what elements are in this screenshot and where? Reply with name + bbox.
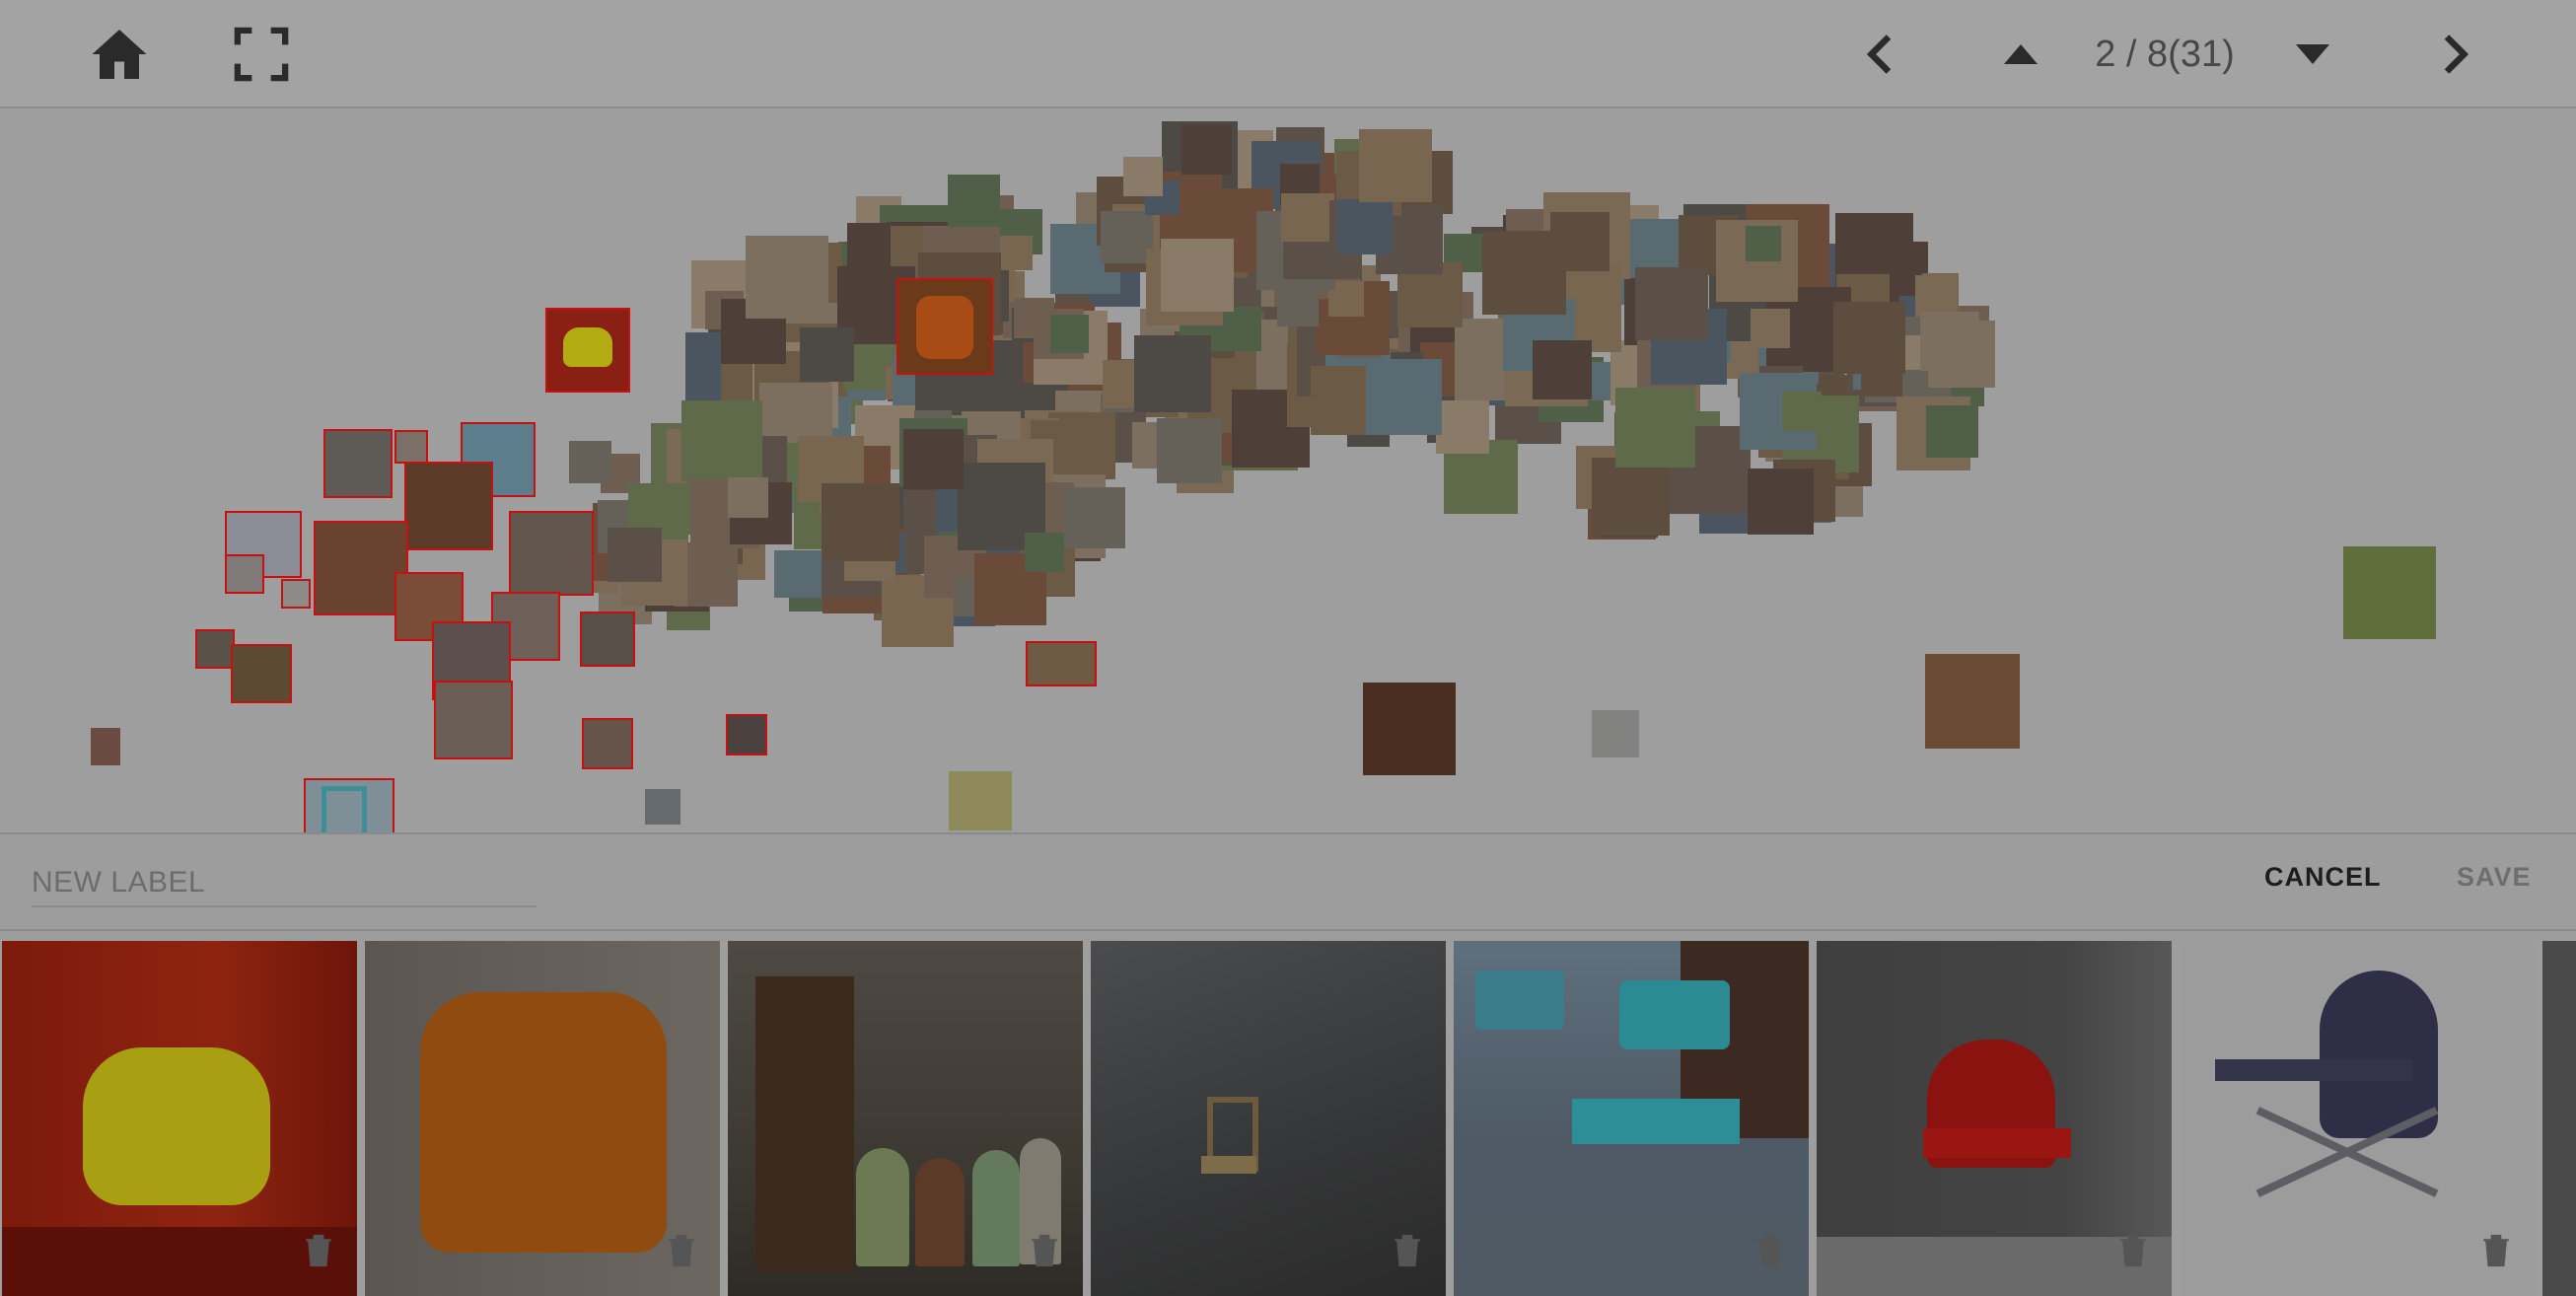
thumbnail[interactable]	[608, 528, 662, 582]
selected-thumbnail[interactable]	[582, 718, 633, 769]
thumbnail[interactable]	[1134, 335, 1211, 412]
thumbnail[interactable]	[2343, 546, 2436, 639]
scroll-up-button[interactable]	[1988, 22, 2053, 87]
thumbnail[interactable]	[1782, 392, 1822, 431]
thumbnail[interactable]	[1064, 487, 1125, 548]
thumbnail[interactable]	[1925, 654, 2020, 749]
selected-thumbnail[interactable]	[225, 554, 264, 594]
selected-images-strip	[0, 941, 2576, 1296]
thumbnail[interactable]	[1025, 533, 1064, 572]
image-embedding-map[interactable]	[0, 108, 2576, 832]
thumbnail[interactable]	[1915, 275, 1957, 317]
thumbnail[interactable]	[1363, 683, 1456, 775]
label-bar: CANCEL SAVE	[0, 832, 2576, 931]
trash-icon[interactable]	[1393, 1233, 1422, 1268]
thumbnail[interactable]	[569, 441, 611, 483]
thumbnail[interactable]	[1533, 340, 1592, 399]
thumbnail[interactable]	[1337, 199, 1393, 254]
top-toolbar: 2 / 8(31)	[0, 0, 2576, 108]
selected-thumbnail[interactable]	[509, 511, 594, 596]
triangle-down-icon	[2296, 44, 2329, 64]
thumbnail[interactable]	[774, 550, 822, 598]
page-indicator: 2 / 8(31)	[2095, 34, 2235, 75]
thumbnail[interactable]	[645, 789, 680, 825]
trash-icon[interactable]	[1755, 1233, 1785, 1268]
selected-thumbnail[interactable]	[545, 308, 630, 393]
image-card[interactable]	[2180, 941, 2535, 1296]
thumbnail[interactable]	[847, 223, 891, 266]
image-card[interactable]	[1454, 941, 1809, 1296]
thumbnail[interactable]	[728, 477, 768, 518]
triangle-up-icon	[2004, 44, 2038, 64]
thumbnail[interactable]	[800, 327, 854, 382]
selected-thumbnail[interactable]	[580, 612, 635, 667]
selected-thumbnail[interactable]	[394, 430, 428, 464]
scroll-down-button[interactable]	[2280, 22, 2345, 87]
trash-icon[interactable]	[304, 1233, 333, 1268]
thumbnail[interactable]	[1926, 405, 1978, 458]
thumbnail[interactable]	[1157, 418, 1222, 483]
thumbnail[interactable]	[681, 400, 762, 481]
selected-thumbnail[interactable]	[896, 278, 993, 375]
trash-icon[interactable]	[1030, 1233, 1059, 1268]
save-button[interactable]: SAVE	[2457, 862, 2532, 893]
thumbnail[interactable]	[903, 429, 964, 489]
thumbnail[interactable]	[91, 728, 120, 765]
chevron-left-icon	[1866, 35, 1892, 74]
thumbnail[interactable]	[1615, 388, 1695, 468]
thumbnail[interactable]	[948, 175, 1000, 227]
thumbnail[interactable]	[1181, 124, 1232, 175]
image-card[interactable]	[1091, 941, 1446, 1296]
fullscreen-button[interactable]	[229, 22, 294, 87]
image-card-partial[interactable]	[2542, 941, 2576, 1296]
chevron-right-icon	[2444, 35, 2469, 74]
thumbnail[interactable]	[949, 771, 1012, 830]
image-card[interactable]	[365, 941, 720, 1296]
fullscreen-icon	[234, 27, 289, 82]
previous-page-button[interactable]	[1846, 22, 1911, 87]
thumbnail[interactable]	[1746, 226, 1781, 261]
thumbnail[interactable]	[1751, 309, 1790, 348]
selected-thumbnail[interactable]	[231, 644, 292, 703]
image-card[interactable]	[2, 941, 357, 1296]
new-label-input[interactable]	[32, 860, 537, 907]
thumbnail[interactable]	[1928, 321, 1995, 388]
trash-icon[interactable]	[667, 1233, 696, 1268]
selected-thumbnail[interactable]	[195, 629, 235, 669]
selected-thumbnail[interactable]	[404, 462, 493, 550]
thumbnail[interactable]	[1277, 285, 1319, 326]
thumbnail[interactable]	[1123, 157, 1163, 196]
thumbnail[interactable]	[1833, 302, 1905, 374]
image-card[interactable]	[728, 941, 1083, 1296]
thumbnail[interactable]	[1436, 400, 1489, 454]
thumbnail[interactable]	[1359, 129, 1432, 202]
next-page-button[interactable]	[2424, 22, 2489, 87]
thumbnail[interactable]	[1366, 359, 1442, 435]
trash-icon[interactable]	[2481, 1233, 2511, 1268]
thumbnail[interactable]	[1281, 193, 1329, 242]
thumbnail[interactable]	[1592, 458, 1670, 536]
selected-thumbnail[interactable]	[1026, 641, 1097, 686]
cancel-button[interactable]: CANCEL	[2264, 862, 2382, 893]
selected-thumbnail[interactable]	[304, 778, 394, 832]
thumbnail[interactable]	[746, 236, 828, 319]
thumbnail[interactable]	[1635, 267, 1708, 340]
trash-icon[interactable]	[2118, 1233, 2148, 1268]
thumbnail[interactable]	[822, 483, 899, 561]
home-icon	[92, 30, 147, 79]
selected-thumbnail[interactable]	[726, 714, 767, 756]
thumbnail[interactable]	[1050, 315, 1089, 353]
selected-thumbnail[interactable]	[323, 429, 393, 498]
thumbnail[interactable]	[1161, 239, 1234, 312]
thumbnail[interactable]	[1748, 468, 1814, 535]
thumbnail[interactable]	[1592, 710, 1639, 757]
thumbnail[interactable]	[1482, 231, 1566, 315]
image-card[interactable]	[1817, 941, 2172, 1296]
selected-thumbnail[interactable]	[281, 579, 311, 609]
thumbnail[interactable]	[998, 236, 1033, 270]
home-button[interactable]	[87, 22, 152, 87]
selected-thumbnail[interactable]	[434, 681, 513, 759]
